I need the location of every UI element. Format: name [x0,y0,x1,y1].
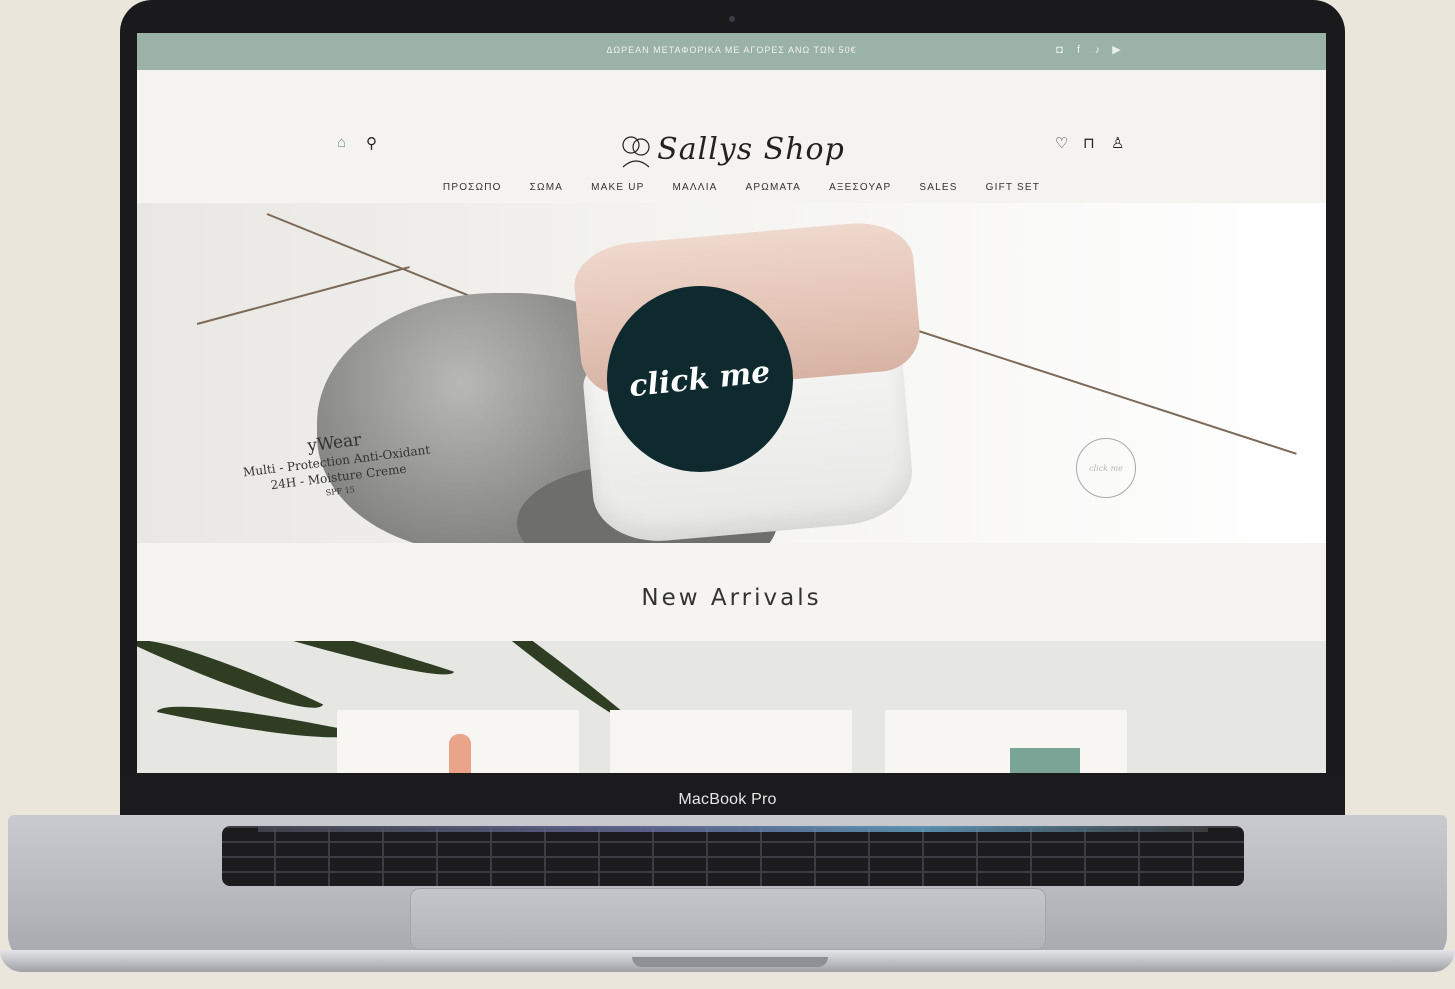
arrivals-title: New Arrivals [641,585,822,611]
facebook-icon[interactable]: f [1072,43,1085,56]
nav-item-prosopo[interactable]: ΠΡΟΣΩΠΟ [443,182,502,193]
nav-item-makeup[interactable]: MAKE UP [591,182,644,193]
plant-leaf [156,690,358,754]
lipstick-image [449,734,471,773]
product-card[interactable] [885,710,1127,773]
nav-item-aksesouar[interactable]: ΑΞΕΣΟΥΑΡ [829,182,891,193]
instagram-icon[interactable]: ◘ [1053,43,1066,56]
site-logo[interactable]: Sallys Shop [617,118,847,180]
model-label: MacBook Pro [678,791,777,808]
announcement-bar: ΔΩΡΕΑΝ ΜΕΤΑΦΟΡΙΚΑ ΜΕ ΑΓΟΡΕΣ ΑΝΩ ΤΩΝ 50€ … [137,33,1326,70]
product-grid [137,641,1326,773]
search-icon[interactable]: ⚲ [366,134,377,152]
product-card[interactable] [337,710,579,773]
website-screen: ΔΩΡΕΑΝ ΜΕΤΑΦΟΡΙΚΑ ΜΕ ΑΓΟΡΕΣ ΑΝΩ ΤΩΝ 50€ … [137,33,1326,773]
heart-icon[interactable]: ♡ [1055,134,1068,152]
product-box-image [1010,748,1080,773]
click-me-small-label: click me [1089,463,1123,473]
youtube-icon[interactable]: ▶ [1110,43,1123,56]
main-nav: ΠΡΟΣΩΠΟ ΣΩΜΑ MAKE UP ΜΑΛΛΙΑ ΑΡΩΜΑΤΑ ΑΞΕΣ… [137,182,1326,193]
site-header: ⌂ ⚲ Sallys Shop ♡ ⊓ ♙ ΠΡΟΣΩΠΟ ΣΩΜΑ MAKE … [137,70,1326,200]
user-icon[interactable]: ♙ [1111,134,1124,152]
touch-bar [258,826,1208,832]
home-icon[interactable]: ⌂ [337,134,346,151]
nav-item-aromata[interactable]: ΑΡΩΜΑΤΑ [746,182,802,193]
dried-branch [196,266,410,325]
click-me-label: click me [627,354,773,404]
laptop-notch [632,957,828,967]
nav-item-mallia[interactable]: ΜΑΛΛΙΑ [673,182,718,193]
logo-faces-icon [622,136,650,168]
tiktok-icon[interactable]: ♪ [1091,43,1104,56]
dried-branch [896,323,1297,455]
keyboard [222,826,1244,886]
camera-icon [729,16,735,22]
nav-item-soma[interactable]: ΣΩΜΑ [530,182,563,193]
click-me-small-button[interactable]: click me [1076,438,1136,498]
click-me-button[interactable]: click me [607,286,793,472]
product-card[interactable] [610,710,852,773]
bag-icon[interactable]: ⊓ [1083,134,1095,152]
social-links: ◘ f ♪ ▶ [1053,43,1123,57]
hero-banner: yWear Multi - Protection Anti-Oxidant 24… [137,203,1326,543]
nav-item-sales[interactable]: SALES [919,182,957,193]
nav-item-gift-set[interactable]: GIFT SET [986,182,1040,193]
logo-text: Sallys Shop [657,131,845,167]
trackpad [410,888,1046,950]
announcement-text: ΔΩΡΕΑΝ ΜΕΤΑΦΟΡΙΚΑ ΜΕ ΑΓΟΡΕΣ ΑΝΩ ΤΩΝ 50€ [606,45,857,55]
